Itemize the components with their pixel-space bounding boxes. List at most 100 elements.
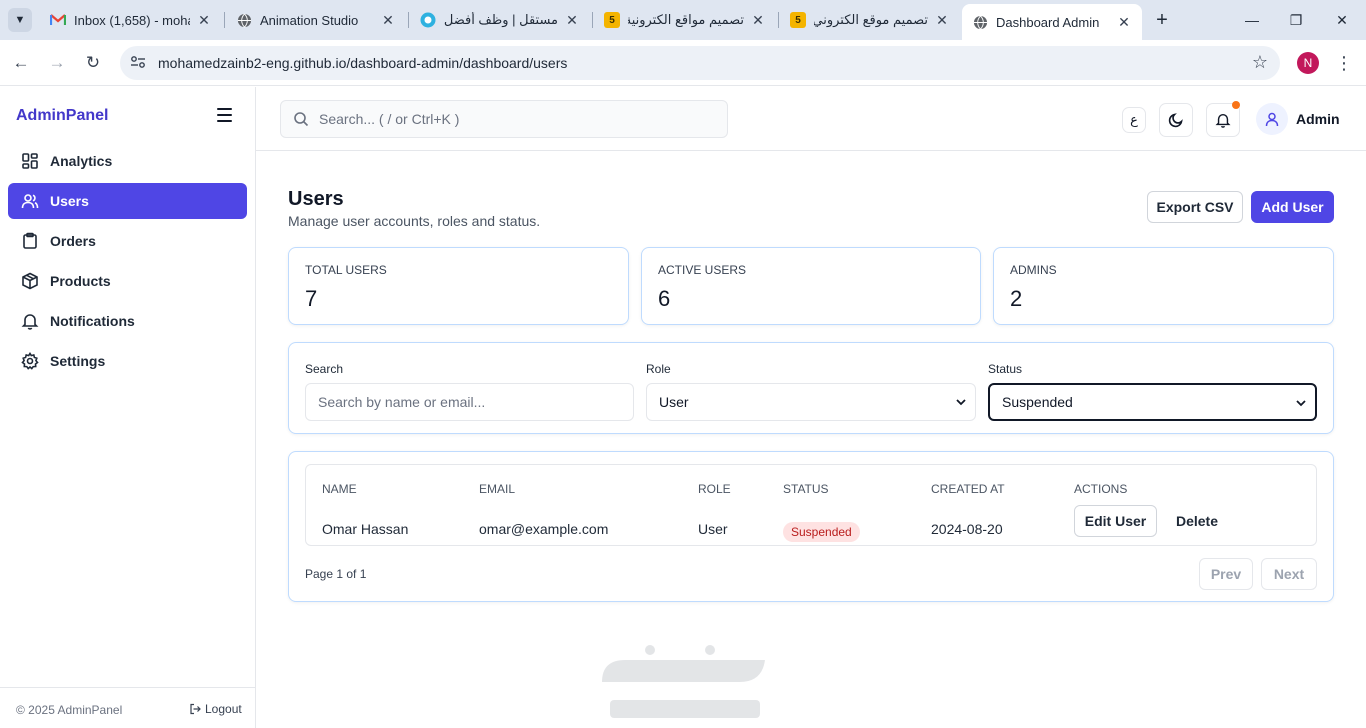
cell-role: User xyxy=(698,521,728,537)
sidebar-item-label: Analytics xyxy=(50,153,113,169)
global-search[interactable] xyxy=(280,100,728,138)
sidebar-item-analytics[interactable]: Analytics xyxy=(8,143,247,179)
tab-separator xyxy=(592,12,593,28)
close-window-button[interactable]: ✕ xyxy=(1330,8,1354,32)
close-icon[interactable]: ✕ xyxy=(1116,14,1132,31)
user-menu[interactable]: Admin xyxy=(1256,103,1340,135)
minimize-button[interactable]: — xyxy=(1240,8,1264,32)
close-icon[interactable]: ✕ xyxy=(380,12,396,29)
sidebar-item-notifications[interactable]: Notifications xyxy=(8,303,247,339)
role-filter-label: Role xyxy=(646,362,671,376)
role-select-value: User xyxy=(659,394,689,410)
main-content: Users Manage user accounts, roles and st… xyxy=(256,151,1366,728)
search-icon xyxy=(293,111,309,127)
global-search-input[interactable] xyxy=(319,111,699,127)
status-select-value: Suspended xyxy=(1002,394,1073,410)
forward-button[interactable]: → xyxy=(44,50,70,76)
prev-page-button[interactable]: Prev xyxy=(1199,558,1253,590)
bell-icon xyxy=(1215,113,1231,128)
edit-user-button[interactable]: Edit User xyxy=(1074,505,1157,537)
browser-tabbar: ▼ Inbox (1,658) - mohamedzainb2@gmail.co… xyxy=(0,0,1366,40)
export-csv-button[interactable]: Export CSV xyxy=(1147,191,1243,223)
sidebar-item-settings[interactable]: Settings xyxy=(8,343,247,379)
close-icon[interactable]: ✕ xyxy=(196,12,212,29)
column-header-created-at: CREATED AT xyxy=(931,482,1005,496)
brand-logo[interactable]: AdminPanel xyxy=(16,107,108,125)
stat-value: 6 xyxy=(658,286,671,311)
app-topbar: ع Admin xyxy=(256,87,1366,151)
restore-button[interactable]: ❐ xyxy=(1284,8,1308,32)
user-search-input[interactable] xyxy=(305,383,634,421)
globe-icon xyxy=(236,12,252,28)
user-name: Admin xyxy=(1296,111,1340,127)
sidebar-item-orders[interactable]: Orders xyxy=(8,223,247,259)
column-header-actions: ACTIONS xyxy=(1074,482,1128,496)
status-filter-label: Status xyxy=(988,362,1023,376)
logout-link[interactable]: Logout xyxy=(189,702,242,716)
notifications-button[interactable] xyxy=(1206,101,1240,137)
close-icon[interactable]: ✕ xyxy=(564,12,580,29)
language-toggle-button[interactable]: ع xyxy=(1122,107,1146,133)
add-user-button[interactable]: Add User xyxy=(1251,191,1334,223)
address-bar[interactable]: mohamedzainb2-eng.github.io/dashboard-ad… xyxy=(120,46,1280,80)
tab-separator xyxy=(224,12,225,28)
browser-tab-web-design-2[interactable]: 5 تصميم موقع الكتروني ✕ xyxy=(780,6,960,34)
cell-email: omar@example.com xyxy=(479,521,609,537)
gmail-icon xyxy=(50,12,66,28)
filters-card: Search Role User Status Suspended xyxy=(288,342,1334,434)
stat-card-total-users: TOTAL USERS 7 xyxy=(288,247,629,325)
sidebar-footer: © 2025 AdminPanel Logout xyxy=(0,687,256,728)
browser-menu-icon[interactable]: ⋮ xyxy=(1334,50,1354,76)
chevron-down-icon: ▼ xyxy=(14,14,26,26)
new-tab-button[interactable]: + xyxy=(1150,8,1174,32)
tab-title: مستقل | وظف أفضل المستقلين xyxy=(444,12,558,27)
moon-icon xyxy=(1168,113,1183,128)
tab-search-button[interactable]: ▼ xyxy=(8,8,32,32)
reload-button[interactable]: ↻ xyxy=(80,50,106,76)
browser-tab-mostaql[interactable]: مستقل | وظف أفضل المستقلين ✕ xyxy=(410,6,590,34)
chevron-down-icon xyxy=(956,399,966,406)
menu-toggle-icon[interactable] xyxy=(217,105,237,125)
bookmark-star-icon[interactable]: ☆ xyxy=(1252,52,1268,73)
status-select[interactable]: Suspended xyxy=(988,383,1317,421)
sidebar-item-products[interactable]: Products xyxy=(8,263,247,299)
profile-avatar[interactable]: N xyxy=(1297,52,1319,74)
browser-tab-web-design-1[interactable]: 5 تصميم مواقع الكترونية ✕ xyxy=(594,6,776,34)
sidebar-item-users[interactable]: Users xyxy=(8,183,247,219)
cell-name: Omar Hassan xyxy=(322,521,409,537)
browser-tab-dashboard-admin[interactable]: Dashboard Admin ✕ xyxy=(962,4,1142,40)
grid-icon xyxy=(20,151,40,171)
delete-user-button[interactable]: Delete xyxy=(1166,505,1228,537)
tab-separator xyxy=(778,12,779,28)
browser-tab-animation-studio[interactable]: Animation Studio ✕ xyxy=(226,6,406,34)
arrow-right-icon: → xyxy=(48,53,66,72)
browser-tab-gmail[interactable]: Inbox (1,658) - mohamedzainb2@gmail.com … xyxy=(40,6,222,34)
page-title: Users xyxy=(288,188,344,210)
tab-title: تصميم مواقع الكترونية xyxy=(628,12,744,27)
users-table-card: NAME EMAIL ROLE STATUS CREATED AT ACTION… xyxy=(288,451,1334,602)
back-button[interactable]: ← xyxy=(8,50,34,76)
theme-toggle-button[interactable] xyxy=(1159,103,1193,137)
next-page-button[interactable]: Next xyxy=(1261,558,1317,590)
role-select[interactable]: User xyxy=(646,383,976,421)
stat-card-admins: ADMINS 2 xyxy=(993,247,1334,325)
sidebar: AdminPanel Analytics Users Orders Produc… xyxy=(0,87,256,728)
close-icon[interactable]: ✕ xyxy=(934,12,950,29)
browser-toolbar: ← → ↻ mohamedzainb2-eng.github.io/dashbo… xyxy=(0,40,1366,86)
users-icon xyxy=(20,191,40,211)
close-icon[interactable]: ✕ xyxy=(750,12,766,29)
column-header-role: ROLE xyxy=(698,482,731,496)
gear-icon xyxy=(20,351,40,371)
clipboard-icon xyxy=(20,231,40,251)
sidebar-item-label: Notifications xyxy=(50,313,135,329)
mostaql-icon xyxy=(420,12,436,28)
arrow-left-icon: ← xyxy=(12,53,30,72)
address-url: mohamedzainb2-eng.github.io/dashboard-ad… xyxy=(158,55,568,71)
stat-value: 7 xyxy=(305,286,318,311)
search-filter-label: Search xyxy=(305,362,344,376)
five-icon: 5 xyxy=(790,12,806,28)
site-settings-icon[interactable] xyxy=(130,55,150,72)
status-badge: Suspended xyxy=(783,522,860,542)
five-icon: 5 xyxy=(604,12,620,28)
copyright-text: © 2025 AdminPanel xyxy=(16,703,123,717)
